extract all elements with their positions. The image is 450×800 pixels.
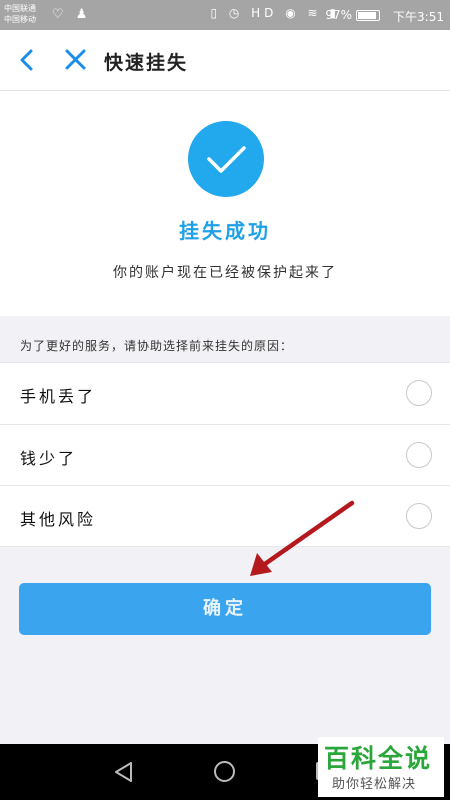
- confirm-button[interactable]: 确定: [19, 583, 431, 635]
- reason-label: 钱少了: [20, 449, 78, 468]
- back-button[interactable]: [14, 44, 42, 76]
- status-icons-right: ▯ ◷ HD ◉ ≋ ▮: [210, 6, 340, 20]
- reason-label: 其他风险: [20, 510, 97, 529]
- carrier-2: 中国移动: [4, 15, 36, 24]
- battery-icon: [356, 10, 380, 21]
- close-button[interactable]: [62, 44, 90, 76]
- reason-item-other-risk[interactable]: 其他风险: [0, 485, 450, 546]
- checkmark-icon: [207, 146, 246, 173]
- nav-home-icon[interactable]: [214, 761, 235, 782]
- page-title: 快速挂失: [104, 52, 189, 74]
- success-title: 挂失成功: [179, 219, 271, 243]
- carrier-1: 中国联通: [4, 4, 36, 13]
- clock: 下午3:51: [393, 10, 444, 24]
- success-panel: 挂失成功 你的账户现在已经被保护起来了: [0, 91, 450, 316]
- watermark-title: 百科全说: [324, 744, 433, 773]
- reason-label: 手机丢了: [20, 387, 97, 406]
- status-bar: 中国联通 中国移动 ♡ ♟ ▯ ◷ HD ◉ ≋ ▮ 97% 下午3:51: [0, 0, 450, 30]
- close-icon: [65, 49, 86, 70]
- nav-back-icon[interactable]: [113, 760, 135, 784]
- success-check-icon: [188, 121, 264, 197]
- watermark-logo: 百科全说 助你轻松解决: [318, 737, 444, 797]
- status-icons-left: ♡ ♟: [52, 7, 92, 22]
- chevron-left-icon: [20, 49, 33, 71]
- watermark-subtitle: 助你轻松解决: [332, 777, 417, 792]
- radio-button[interactable]: [406, 503, 432, 529]
- reason-list: 手机丢了 钱少了 其他风险: [0, 362, 450, 547]
- nav-bar: 快速挂失: [0, 30, 450, 91]
- radio-button[interactable]: [406, 442, 432, 468]
- reason-prompt: 为了更好的服务，请协助选择前来挂失的原因：: [20, 339, 294, 353]
- radio-button[interactable]: [406, 380, 432, 406]
- battery-percent: 97%: [325, 8, 352, 22]
- reason-item-lost-phone[interactable]: 手机丢了: [0, 363, 450, 424]
- success-description: 你的账户现在已经被保护起来了: [113, 265, 337, 281]
- carrier-info: 中国联通 中国移动: [4, 3, 36, 25]
- reason-item-missing-money[interactable]: 钱少了: [0, 424, 450, 485]
